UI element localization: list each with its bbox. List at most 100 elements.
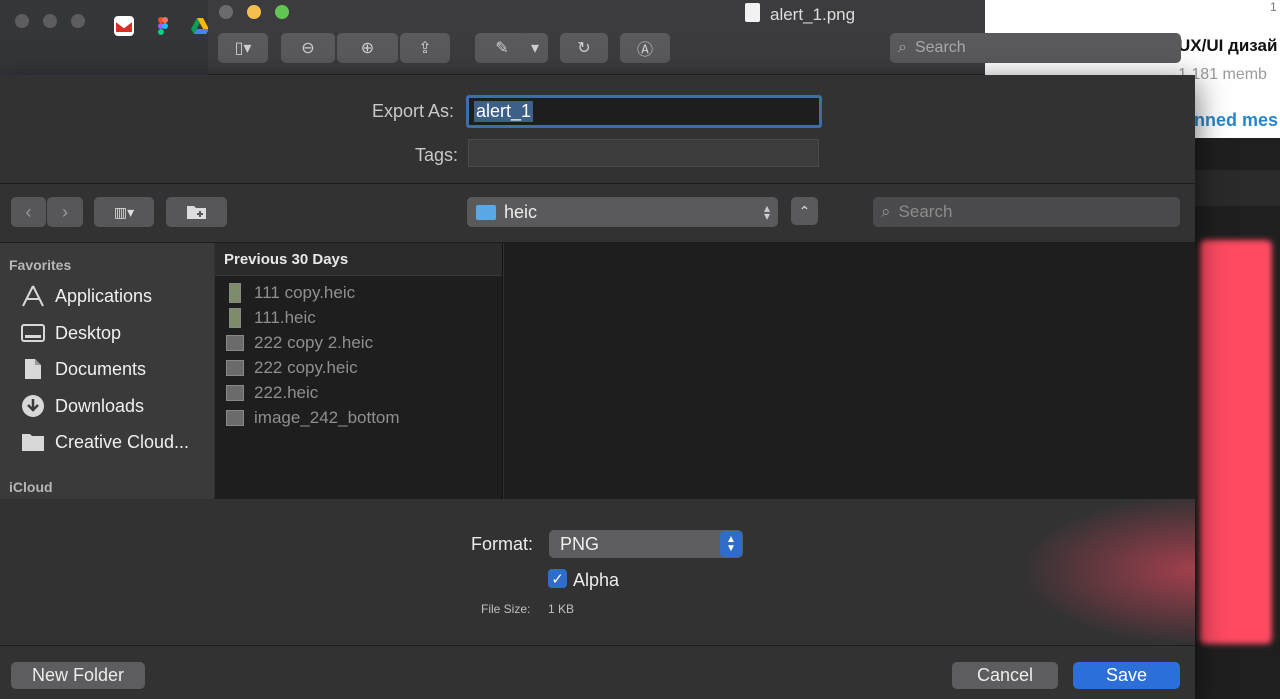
sidebar-item-label: Desktop	[55, 322, 122, 343]
file-row[interactable]: 111 copy.heic	[215, 280, 502, 305]
search-icon: ⌕	[881, 202, 891, 221]
close-button[interactable]	[219, 5, 233, 19]
desktop-icon	[20, 322, 45, 344]
sheet-search-placeholder: Search	[898, 202, 953, 221]
sidebar: Favorites Applications Desktop Documents	[0, 243, 214, 499]
alpha-label: Alpha	[573, 570, 620, 590]
file-name: 111.heic	[254, 307, 316, 327]
alpha-checkbox[interactable]: ✓	[548, 569, 567, 588]
file-column: Previous 30 Days 111 copy.heic 111.heic …	[215, 243, 503, 499]
annotate-button[interactable]: Ⓐ	[620, 33, 670, 63]
folder-icon	[476, 204, 496, 220]
empty-column	[504, 243, 1195, 499]
new-folder-button[interactable]: New Folder	[11, 662, 145, 689]
location-popup[interactable]: heic ▴ ▾	[467, 197, 778, 227]
expand-collapse-button[interactable]: ⌃	[791, 197, 818, 225]
file-browser: Favorites Applications Desktop Documents	[0, 242, 1195, 499]
popup-arrows-icon: ▴ ▾	[763, 201, 770, 223]
window-title: alert_1.png	[770, 5, 856, 24]
favorites-heading: Favorites	[9, 257, 72, 273]
sidebar-item-downloads[interactable]: Downloads	[20, 392, 144, 420]
file-row[interactable]: image_242_bottom	[215, 405, 502, 430]
format-value: PNG	[560, 533, 600, 554]
pinned-message-link[interactable]: nned mes	[1194, 110, 1278, 131]
chat-header-strip	[1195, 170, 1280, 206]
page-number: 1	[1270, 0, 1277, 14]
file-thumbnail	[226, 384, 244, 401]
icloud-heading: iCloud	[9, 479, 53, 495]
sidebar-item-label: Applications	[55, 285, 153, 306]
zoom-in-button[interactable]: ⊕	[337, 33, 398, 63]
divider	[0, 645, 1195, 646]
sidebar-toggle-button[interactable]: ▯▾	[218, 33, 268, 63]
preview-search-field[interactable]: ⌕ Search	[890, 33, 1181, 63]
file-row[interactable]: 222 copy.heic	[215, 355, 502, 380]
background-bleed	[1020, 495, 1195, 645]
window-close-dot	[15, 14, 29, 28]
sidebar-item-applications[interactable]: Applications	[20, 282, 152, 310]
downloads-icon	[20, 395, 45, 417]
save-button[interactable]: Save	[1073, 662, 1180, 689]
sidebar-item-desktop[interactable]: Desktop	[20, 319, 121, 347]
file-name: image_242_bottom	[254, 407, 400, 427]
gmail-icon[interactable]	[114, 16, 134, 36]
minimize-button[interactable]	[247, 5, 261, 19]
export-as-field[interactable]: alert_1	[466, 95, 822, 128]
figma-icon[interactable]	[153, 16, 173, 36]
file-size-label: File Size:	[481, 602, 531, 616]
format-select[interactable]: PNG ▲ ▼	[549, 530, 743, 558]
view-mode-button[interactable]: ▥▾	[94, 197, 154, 227]
markup-dropdown-button[interactable]: ▾	[522, 33, 548, 63]
file-name: 222 copy 2.heic	[254, 332, 374, 352]
file-name: 222 copy.heic	[254, 357, 358, 377]
zoom-out-button[interactable]: ⊖	[281, 33, 335, 63]
preview-window-toolbar: alert_1.png ▯▾ ⊖ ⊕ ⇪ ✎ ▾ ↻ Ⓐ ⌕ Search	[208, 0, 1181, 75]
new-folder-icon-button[interactable]	[166, 197, 227, 227]
file-thumbnail	[226, 334, 244, 351]
format-label: Format:	[471, 534, 534, 554]
sidebar-item-label: Downloads	[55, 395, 145, 416]
file-thumbnail	[226, 359, 244, 376]
file-name: 222.heic	[254, 382, 319, 402]
back-button[interactable]: ‹	[11, 197, 46, 227]
markup-pen-button[interactable]: ✎	[475, 33, 529, 63]
window-minimize-dot	[43, 14, 57, 28]
column-heading: Previous 30 Days	[215, 243, 502, 276]
divider	[0, 183, 1195, 184]
zoom-button[interactable]	[275, 5, 289, 19]
location-label: heic	[504, 201, 538, 222]
file-row[interactable]: 222.heic	[215, 380, 502, 405]
rotate-button[interactable]: ↻	[560, 33, 608, 63]
applications-icon	[20, 285, 45, 307]
file-thumbnail	[229, 307, 241, 328]
tags-field[interactable]	[468, 139, 819, 167]
file-thumbnail	[226, 409, 244, 426]
file-size-value: 1 KB	[548, 602, 575, 616]
document-icon	[745, 3, 760, 22]
share-button[interactable]: ⇪	[400, 33, 450, 63]
browser-nav-strip	[0, 58, 210, 75]
file-row[interactable]: 111.heic	[215, 305, 502, 330]
file-row[interactable]: 222 copy 2.heic	[215, 330, 502, 355]
sidebar-item-label: Documents	[55, 358, 147, 379]
forward-button[interactable]: ›	[47, 197, 83, 227]
window-zoom-dot	[71, 14, 85, 28]
export-as-label: Export As:	[372, 101, 455, 121]
image-preview	[1200, 240, 1272, 644]
folder-icon	[20, 431, 45, 453]
sidebar-item-documents[interactable]: Documents	[20, 355, 146, 383]
sheet-search-field[interactable]: ⌕ Search	[873, 197, 1180, 227]
sidebar-item-label: Creative Cloud...	[55, 431, 190, 452]
file-thumbnail	[229, 282, 241, 303]
file-name: 111 copy.heic	[254, 282, 356, 302]
sidebar-item-creative-cloud[interactable]: Creative Cloud...	[20, 428, 189, 456]
folder-plus-icon	[186, 206, 206, 219]
export-sheet: Export As: alert_1 Tags: ‹ › ▥▾ heic ▴ ▾ …	[0, 75, 1195, 699]
cancel-button[interactable]: Cancel	[952, 662, 1058, 689]
search-icon: ⌕	[898, 39, 907, 56]
documents-icon	[20, 358, 45, 380]
background-browser-toolbar	[0, 0, 210, 75]
google-drive-icon[interactable]	[190, 16, 210, 36]
chevron-updown-icon: ▲ ▼	[720, 531, 742, 557]
tags-label: Tags:	[415, 145, 459, 165]
